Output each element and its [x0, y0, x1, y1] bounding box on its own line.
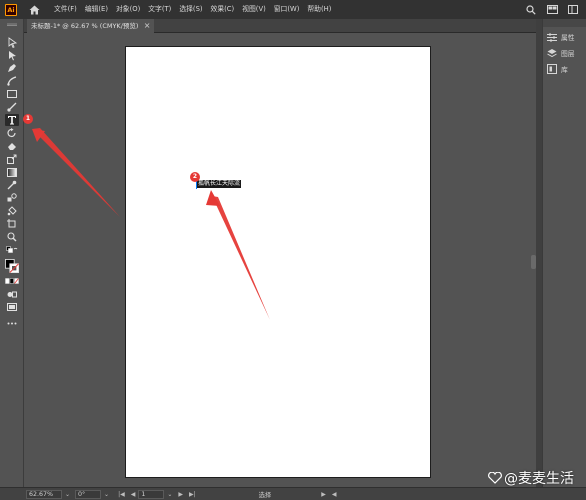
next-artboard-icon[interactable]: ▶ — [178, 491, 183, 498]
artboard-tool-icon[interactable] — [5, 218, 19, 230]
canvas-area[interactable]: 孤帆长江天际流 — [24, 34, 536, 487]
menu-bar: Ai 文件(F) 编辑(E) 对象(O) 文字(T) 选择(S) 效果(C) 视… — [0, 0, 586, 19]
draw-mode-icon[interactable] — [5, 288, 19, 300]
menu-view[interactable]: 视图(V) — [238, 0, 270, 19]
rotation-dropdown-icon[interactable]: ⌄ — [104, 491, 109, 498]
watermark-logo-icon — [488, 472, 502, 484]
panel-item-label: 图层 — [561, 50, 575, 58]
app-logo: Ai — [5, 3, 17, 16]
panel-item-label: 属性 — [561, 34, 575, 42]
rotation-field[interactable]: 0° — [75, 489, 102, 499]
scale-tool-icon[interactable] — [5, 153, 19, 165]
more-tools-icon[interactable] — [5, 317, 19, 329]
previous-artboard-icon[interactable]: ◀ — [131, 491, 136, 498]
menu-window[interactable]: 窗口(W) — [270, 0, 304, 19]
watermark: @麦麦生活 — [488, 468, 574, 488]
zoom-field[interactable]: 62.67% — [26, 489, 62, 499]
properties-icon — [547, 32, 557, 42]
panel-item-layers[interactable]: 图层 — [547, 48, 575, 58]
artboard[interactable]: 孤帆长江天际流 — [125, 46, 431, 478]
document-tab-title: 未标题-1* @ 62.67 % (CMYK/预览) — [31, 22, 139, 30]
menu-object[interactable]: 对象(O) — [112, 0, 144, 19]
menu-effect[interactable]: 效果(C) — [207, 0, 239, 19]
scroll-left-icon[interactable]: ◀ — [332, 491, 337, 498]
close-tab-icon[interactable]: × — [144, 19, 151, 33]
toolbar-grip[interactable] — [5, 21, 19, 27]
paintbrush-tool-icon[interactable] — [5, 101, 19, 113]
screen-mode-icon[interactable] — [5, 301, 19, 313]
panel-grip[interactable] — [543, 19, 586, 27]
menu-select[interactable]: 选择(S) — [175, 0, 206, 19]
eraser-tool-icon[interactable] — [5, 140, 19, 152]
artboard-dropdown-icon[interactable]: ⌄ — [167, 491, 172, 498]
fill-stroke-swatch[interactable] — [5, 257, 19, 275]
illustrator-window: Ai 文件(F) 编辑(E) 对象(O) 文字(T) 选择(S) 效果(C) 视… — [0, 0, 586, 500]
direct-selection-tool-icon[interactable] — [5, 49, 19, 61]
last-artboard-icon[interactable]: ▶| — [189, 491, 196, 498]
menu-help[interactable]: 帮助(H) — [303, 0, 335, 19]
rectangle-tool-icon[interactable] — [5, 88, 19, 100]
arrange-documents-icon[interactable] — [544, 3, 560, 17]
zoom-dropdown-icon[interactable]: ⌄ — [65, 491, 70, 498]
status-bar: 62.67% ⌄ 0° ⌄ |◀ ◀ 1 ⌄ ▶ ▶| 选择 ▶ ◀ — [0, 487, 586, 500]
type-tool-icon[interactable] — [5, 114, 19, 126]
live-paint-bucket-icon[interactable] — [5, 205, 19, 217]
document-tab-bar: 未标题-1* @ 62.67 % (CMYK/预览) × — [24, 19, 536, 33]
tool-status-text: 选择 — [258, 491, 272, 499]
zoom-tool-icon[interactable] — [5, 231, 19, 243]
first-artboard-icon[interactable]: |◀ — [118, 491, 125, 498]
workspace-switcher-icon[interactable] — [565, 3, 581, 17]
menu-file[interactable]: 文件(F) — [50, 0, 81, 19]
document-tab[interactable]: 未标题-1* @ 62.67 % (CMYK/预览) × — [27, 19, 155, 33]
watermark-text: @麦麦生活 — [504, 471, 574, 487]
selection-tool-icon[interactable] — [5, 36, 19, 48]
right-panel-dock: 属性 图层 库 — [531, 19, 586, 487]
color-mode-icons[interactable] — [5, 277, 19, 285]
annotation-marker-2: 2 — [190, 172, 200, 182]
vertical-scrollbar-thumb[interactable] — [531, 255, 536, 269]
gradient-tool-icon[interactable] — [5, 166, 19, 178]
layers-icon — [547, 48, 557, 58]
menu-edit[interactable]: 编辑(E) — [81, 0, 112, 19]
menu-items: 文件(F) 编辑(E) 对象(O) 文字(T) 选择(S) 效果(C) 视图(V… — [50, 0, 335, 19]
pen-tool-icon[interactable] — [5, 62, 19, 74]
rotate-tool-icon[interactable] — [5, 127, 19, 139]
annotation-marker-1: 1 — [23, 114, 33, 124]
text-object[interactable]: 孤帆长江天际流 — [197, 180, 242, 188]
blend-tool-icon[interactable] — [5, 192, 19, 204]
menu-right-controls — [523, 0, 586, 19]
curvature-tool-icon[interactable] — [5, 75, 19, 87]
panel-item-libraries[interactable]: 库 — [547, 64, 568, 74]
artboard-number-field[interactable]: 1 — [138, 489, 165, 499]
panel-item-properties[interactable]: 属性 — [547, 32, 575, 42]
eyedropper-tool-icon[interactable] — [5, 179, 19, 191]
libraries-icon — [547, 64, 557, 74]
status-menu-icon[interactable]: ▶ — [321, 491, 326, 498]
default-colors-icon[interactable] — [5, 245, 19, 253]
panel-item-label: 库 — [561, 66, 568, 74]
search-icon[interactable] — [523, 3, 539, 17]
home-icon[interactable] — [27, 3, 41, 17]
tools-panel — [0, 19, 24, 487]
menu-type[interactable]: 文字(T) — [144, 0, 175, 19]
